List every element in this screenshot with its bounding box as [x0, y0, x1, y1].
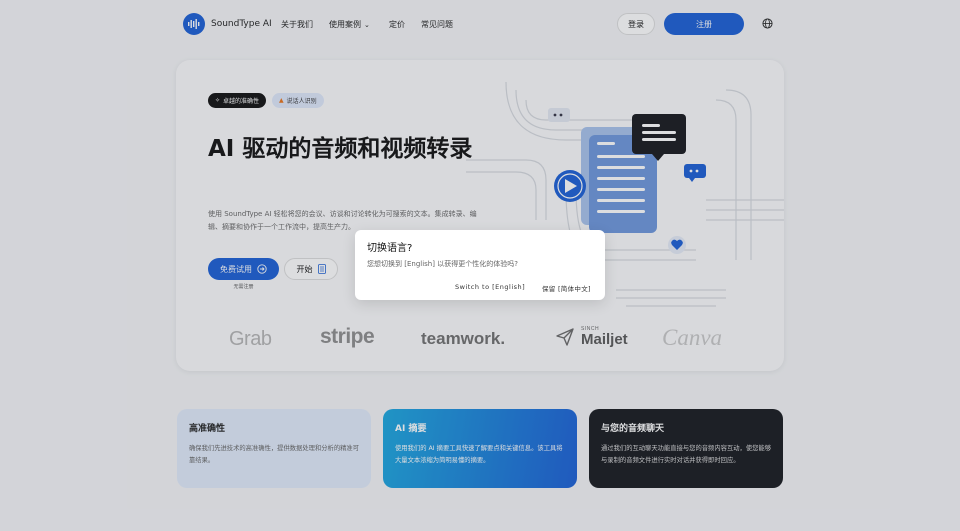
keep-language-button[interactable]: 保留 [简体中文] — [542, 283, 591, 293]
dialog-title: 切换语言? — [367, 243, 413, 254]
switch-language-button[interactable]: Switch to [English] — [455, 283, 525, 291]
dialog-message: 您想切换到 [English] 以获得更个性化的体验吗? — [367, 260, 518, 268]
language-switch-dialog: 切换语言? 您想切换到 [English] 以获得更个性化的体验吗? Switc… — [355, 230, 605, 300]
